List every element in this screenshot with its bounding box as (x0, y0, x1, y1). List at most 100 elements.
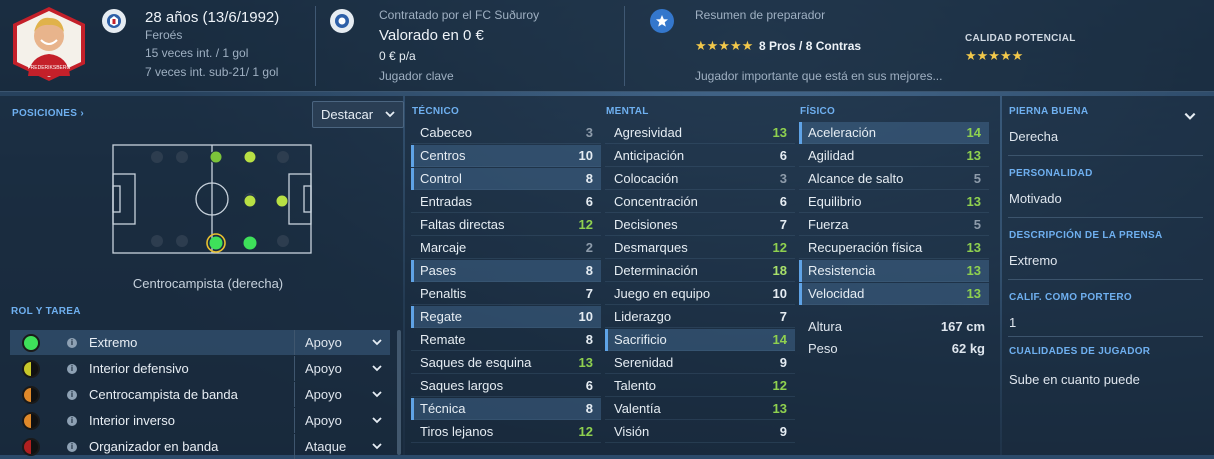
player-wage: 0 € p/a (379, 49, 416, 63)
role-row[interactable]: i Organizador en banda Ataque (10, 434, 390, 459)
info-icon[interactable]: i (67, 441, 77, 452)
attribute-row[interactable]: Concentración 6 (605, 191, 795, 213)
attribute-row[interactable]: Recuperación física 13 (799, 237, 989, 259)
height-label: Altura (808, 319, 842, 334)
attribute-value: 12 (772, 378, 787, 393)
chevron-down-icon[interactable] (1183, 109, 1197, 123)
attribute-row[interactable]: Pases 8 (411, 260, 601, 282)
duty-value: Ataque (305, 439, 347, 454)
attribute-name: Desmarques (614, 240, 688, 255)
attribute-row[interactable]: Agresividad 13 (605, 122, 795, 144)
roles-scrollbar[interactable] (397, 330, 401, 455)
role-row[interactable]: i Centrocampista de banda Apoyo (10, 382, 390, 407)
attribute-name: Agresividad (614, 125, 682, 140)
duty-dropdown[interactable]: Apoyo (294, 330, 390, 355)
info-icon[interactable]: i (67, 337, 77, 348)
attribute-row[interactable]: Decisiones 7 (605, 214, 795, 236)
attribute-row[interactable]: Velocidad 13 (799, 283, 989, 305)
attribute-name: Anticipación (614, 148, 685, 163)
squad-status: Jugador clave (379, 69, 454, 83)
role-row[interactable]: i Interior inverso Apoyo (10, 408, 390, 433)
attribute-value: 5 (973, 217, 981, 232)
attribute-name: Tiros lejanos (420, 424, 494, 439)
player-u21-caps: 7 veces int. sub-21/ 1 gol (145, 65, 279, 79)
divider (1008, 217, 1203, 218)
attribute-row[interactable]: Cabeceo 3 (411, 122, 601, 144)
attribute-row[interactable]: Tiros lejanos 12 (411, 421, 601, 443)
attribute-row[interactable]: Serenidad 9 (605, 352, 795, 374)
attribute-row[interactable]: Desmarques 12 (605, 237, 795, 259)
roles-label: ROL Y TAREA (11, 306, 81, 317)
duty-value: Apoyo (305, 387, 342, 402)
attribute-row[interactable]: Visión 9 (605, 421, 795, 443)
player-header: FREDERIKSBERG 28 años (13/6/1992) Feroés… (0, 0, 1214, 92)
attribute-name: Visión (614, 424, 650, 439)
attribute-row[interactable]: Control 8 (411, 168, 601, 190)
attribute-value: 10 (578, 309, 593, 324)
attribute-row[interactable]: Alcance de salto 5 (799, 168, 989, 190)
chevron-down-icon (385, 111, 395, 118)
positions-link[interactable]: POSICIONES › (12, 108, 84, 119)
scout-summary: Jugador importante que está en sus mejor… (695, 69, 943, 83)
attribute-row[interactable]: Colocación 3 (605, 168, 795, 190)
attribute-row[interactable]: Agilidad 13 (799, 145, 989, 167)
info-icon[interactable]: i (67, 363, 77, 374)
attribute-row[interactable]: Sacrificio 14 (605, 329, 795, 351)
attribute-row[interactable]: Entradas 6 (411, 191, 601, 213)
attribute-row[interactable]: Juego en equipo 10 (605, 283, 795, 305)
attribute-row[interactable]: Resistencia 13 (799, 260, 989, 282)
attribute-value: 12 (578, 217, 593, 232)
attribute-row[interactable]: Aceleración 14 (799, 122, 989, 144)
attribute-row[interactable]: Determinación 18 (605, 260, 795, 282)
divider (1008, 155, 1203, 156)
attribute-value: 6 (585, 194, 593, 209)
info-icon[interactable]: i (67, 415, 77, 426)
attribute-row[interactable]: Anticipación 6 (605, 145, 795, 167)
gk-value: 1 (1009, 315, 1017, 330)
attribute-row[interactable]: Técnica 8 (411, 398, 601, 420)
personality-value[interactable]: Motivado (1009, 191, 1062, 206)
duty-dropdown[interactable]: Apoyo (294, 382, 390, 407)
attribute-name: Resistencia (808, 263, 876, 278)
svg-text:FREDERIKSBERG: FREDERIKSBERG (28, 65, 71, 71)
attribute-row[interactable]: Talento 12 (605, 375, 795, 397)
role-name: Centrocampista de banda (89, 387, 238, 402)
role-row[interactable]: i Extremo Apoyo (10, 330, 390, 355)
attribute-row[interactable]: Remate 8 (411, 329, 601, 351)
attribute-value: 13 (966, 194, 981, 209)
divider (1008, 336, 1203, 337)
attribute-row[interactable]: Equilibrio 13 (799, 191, 989, 213)
attribute-row[interactable]: Faltas directas 12 (411, 214, 601, 236)
attribute-value: 13 (966, 263, 981, 278)
duty-dropdown[interactable]: Apoyo (294, 356, 390, 381)
attribute-row[interactable]: Valentía 13 (605, 398, 795, 420)
highlight-dropdown[interactable]: Destacar (312, 101, 404, 128)
attribute-value: 9 (779, 424, 787, 439)
info-icon[interactable]: i (67, 389, 77, 400)
scout-pros-cons: 8 Pros / 8 Contras (759, 39, 862, 53)
player-nation[interactable]: Feroés (145, 28, 182, 42)
duty-dropdown[interactable]: Apoyo (294, 408, 390, 433)
attribute-row[interactable]: Centros 10 (411, 145, 601, 167)
trait-item[interactable]: Sube en cuanto puede (1009, 372, 1140, 387)
attribute-name: Liderazgo (614, 309, 672, 324)
attribute-row[interactable]: Marcaje 2 (411, 237, 601, 259)
role-name: Interior inverso (89, 413, 175, 428)
press-label: DESCRIPCIÓN DE LA PRENSA (1009, 230, 1163, 241)
attribute-name: Valentía (614, 401, 661, 416)
contract-club[interactable]: Contratado por el FC Suðuroy (379, 8, 539, 22)
attribute-name: Talento (614, 378, 656, 393)
duty-dropdown[interactable]: Ataque (294, 434, 390, 459)
scout-title[interactable]: Resumen de preparador (695, 8, 825, 22)
attribute-row[interactable]: Regate 10 (411, 306, 601, 328)
attribute-row[interactable]: Fuerza 5 (799, 214, 989, 236)
attribute-row[interactable]: Penaltis 7 (411, 283, 601, 305)
attribute-value: 6 (585, 378, 593, 393)
chevron-down-icon (372, 339, 382, 346)
attribute-row[interactable]: Saques de esquina 13 (411, 352, 601, 374)
attribute-value: 13 (772, 125, 787, 140)
attribute-row[interactable]: Liderazgo 7 (605, 306, 795, 328)
attribute-row[interactable]: Saques largos 6 (411, 375, 601, 397)
attribute-value: 8 (585, 332, 593, 347)
role-row[interactable]: i Interior defensivo Apoyo (10, 356, 390, 381)
